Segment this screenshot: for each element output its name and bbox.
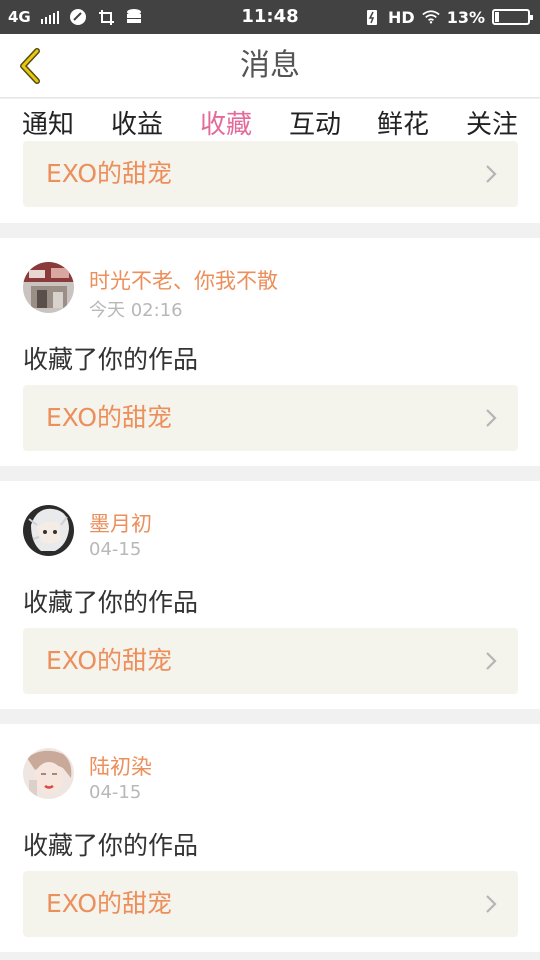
work-title: EXO的甜宠 bbox=[46, 159, 173, 188]
right-chevron-icon bbox=[486, 409, 497, 427]
username[interactable]: 墨月初 bbox=[89, 508, 152, 538]
tab-label: 关注 bbox=[465, 110, 518, 140]
list-item: 墨月初 04-15 收藏了你的作品 EXO的甜宠 bbox=[0, 481, 540, 709]
right-chevron-icon bbox=[486, 652, 497, 670]
action-text: 收藏了你的作品 bbox=[23, 588, 199, 617]
tab-label: 收藏 bbox=[199, 110, 252, 140]
list-item: 陆初染 04-15 收藏了你的作品 EXO的甜宠 bbox=[0, 724, 540, 952]
work-link[interactable]: EXO的甜宠 bbox=[23, 871, 518, 937]
battery-fill bbox=[495, 12, 500, 22]
work-link[interactable]: EXO的甜宠 bbox=[23, 141, 518, 207]
action-text: 收藏了你的作品 bbox=[23, 345, 199, 374]
timestamp: 今天 02:16 bbox=[89, 300, 183, 321]
wifi-icon bbox=[422, 8, 440, 26]
list-item: 时光不老、你我不散 今天 02:16 收藏了你的作品 EXO的甜宠 bbox=[0, 238, 540, 466]
tab-label: 鲜花 bbox=[376, 110, 429, 140]
tab-label: 通知 bbox=[21, 110, 74, 140]
right-chevron-icon bbox=[486, 165, 497, 183]
timestamp: 04-15 bbox=[89, 782, 142, 803]
action-text: 收藏了你的作品 bbox=[23, 831, 199, 860]
battery-saver-icon bbox=[363, 8, 381, 26]
header: 消息 bbox=[0, 34, 540, 98]
status-right: HD 13% bbox=[363, 0, 533, 34]
username[interactable]: 陆初染 bbox=[89, 751, 152, 781]
avatar[interactable] bbox=[23, 505, 74, 556]
tab-label: 收益 bbox=[110, 110, 163, 140]
status-bar: 4G 11:48 HD 13% bbox=[0, 0, 540, 34]
work-link[interactable]: EXO的甜宠 bbox=[23, 385, 518, 451]
screen: 4G 11:48 HD 13% 消息 通知 收益 收藏 互动 鲜花 关注 EXO… bbox=[0, 0, 540, 960]
work-link[interactable]: EXO的甜宠 bbox=[23, 628, 518, 694]
avatar[interactable] bbox=[23, 262, 74, 313]
work-title: EXO的甜宠 bbox=[46, 889, 173, 918]
tab-label: 互动 bbox=[288, 110, 341, 140]
battery-percent: 13% bbox=[446, 7, 485, 27]
hd-indicator: HD bbox=[388, 7, 415, 27]
work-title: EXO的甜宠 bbox=[46, 646, 173, 675]
avatar[interactable] bbox=[23, 748, 74, 799]
battery-icon bbox=[492, 9, 533, 25]
work-title: EXO的甜宠 bbox=[46, 403, 173, 432]
right-chevron-icon bbox=[486, 895, 497, 913]
avatar-image bbox=[23, 262, 74, 313]
avatar-image bbox=[23, 748, 74, 799]
username[interactable]: 时光不老、你我不散 bbox=[89, 265, 278, 295]
list-item: EXO的甜宠 bbox=[0, 141, 540, 223]
timestamp: 04-15 bbox=[89, 539, 142, 560]
page-title: 消息 bbox=[240, 48, 300, 83]
avatar-image bbox=[23, 505, 74, 556]
